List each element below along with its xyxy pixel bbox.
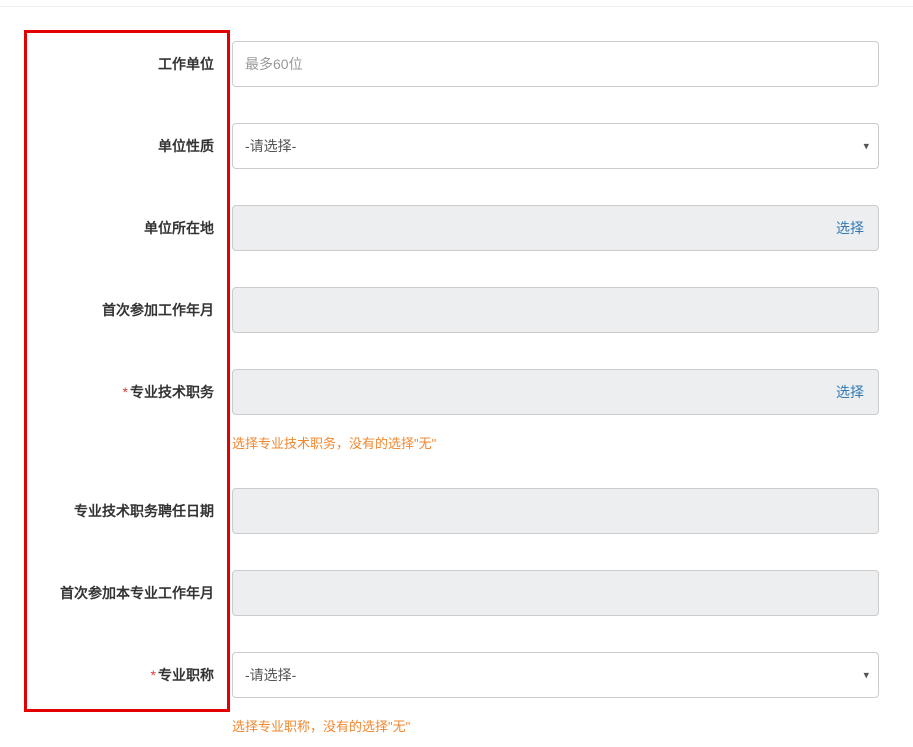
label-pro-tech-position: *专业技术职务 <box>0 382 220 402</box>
row-pro-tech-position-date: 专业技术职务聘任日期 <box>0 488 913 534</box>
label-first-major-work-date: 首次参加本专业工作年月 <box>0 583 220 603</box>
row-work-unit: 工作单位 <box>0 41 913 87</box>
row-first-work-date: 首次参加工作年月 <box>0 287 913 333</box>
pro-tech-position-select-button[interactable]: 选择 <box>822 382 878 402</box>
pro-title-help: 选择专业职称，没有的选择"无" <box>232 716 913 735</box>
row-unit-nature: 单位性质 -请选择- ▾ <box>0 123 913 169</box>
pro-tech-position-date-input[interactable] <box>232 488 879 534</box>
label-work-unit: 工作单位 <box>0 54 220 74</box>
unit-location-picker: 选择 <box>232 205 879 251</box>
pro-tech-position-picker: 选择 <box>232 369 879 415</box>
label-unit-location: 单位所在地 <box>0 218 220 238</box>
label-pro-title: *专业职称 <box>0 665 220 685</box>
first-work-date-input[interactable] <box>232 287 879 333</box>
row-first-major-work-date: 首次参加本专业工作年月 <box>0 570 913 616</box>
row-unit-location: 单位所在地 选择 <box>0 205 913 251</box>
work-unit-input[interactable] <box>232 41 879 87</box>
row-pro-title: *专业职称 -请选择- ▾ <box>0 652 913 698</box>
form-area: 工作单位 单位性质 -请选择- ▾ 单位所在地 <box>0 7 913 735</box>
required-mark: * <box>123 384 128 400</box>
pro-title-select[interactable]: -请选择- <box>232 652 879 698</box>
label-unit-nature: 单位性质 <box>0 136 220 156</box>
label-pro-tech-position-date: 专业技术职务聘任日期 <box>0 501 220 521</box>
first-major-work-date-input[interactable] <box>232 570 879 616</box>
required-mark: * <box>151 667 156 683</box>
unit-location-select-button[interactable]: 选择 <box>822 218 878 238</box>
pro-tech-position-help: 选择专业技术职务，没有的选择"无" <box>232 433 913 452</box>
unit-nature-select[interactable]: -请选择- <box>232 123 879 169</box>
row-pro-tech-position: *专业技术职务 选择 <box>0 369 913 415</box>
label-first-work-date: 首次参加工作年月 <box>0 300 220 320</box>
